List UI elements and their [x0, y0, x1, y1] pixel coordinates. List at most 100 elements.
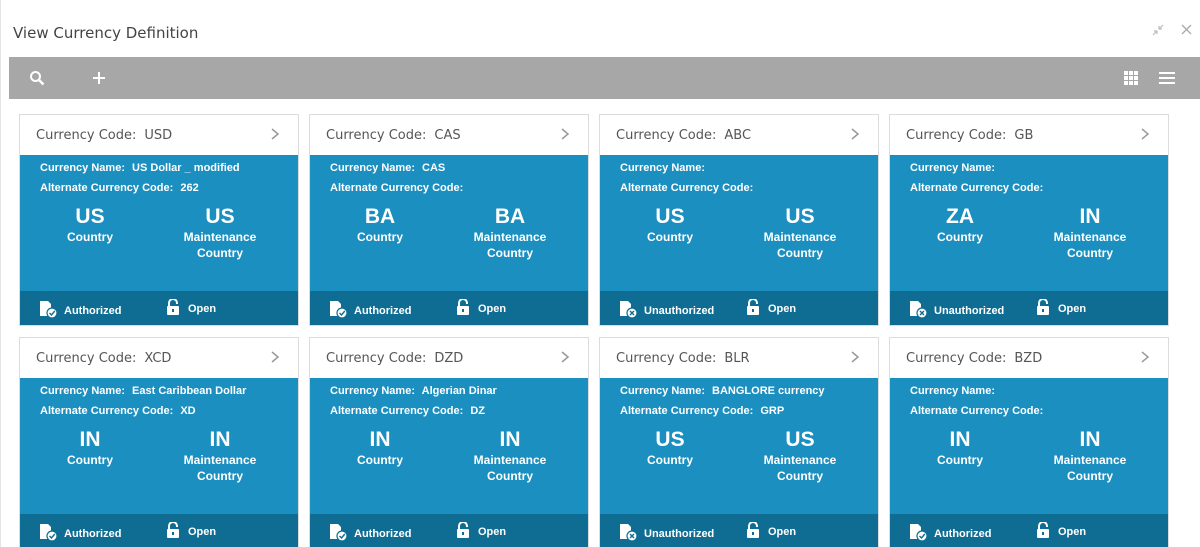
status-icon: [328, 523, 348, 544]
currency-tile[interactable]: Currency Code: CAS Currency Name: CAS Al…: [309, 114, 589, 326]
currency-code-label: Currency Code:: [616, 350, 717, 366]
tile-header[interactable]: Currency Code: CAS: [310, 115, 588, 155]
currency-name-label: Currency Name:: [620, 385, 705, 397]
alternate-code-value: XD: [180, 405, 196, 417]
currency-tile[interactable]: Currency Code: XCD Currency Name: East C…: [19, 337, 299, 547]
maintenance-country-value: BA: [494, 205, 526, 228]
country-block: IN Country: [330, 428, 430, 468]
maintenance-country-label: Country: [197, 469, 243, 483]
currency-tile[interactable]: Currency Code: USD Currency Name: US Dol…: [19, 114, 299, 326]
lock-status: Open: [746, 521, 796, 541]
currency-name-value: Algerian Dinar: [421, 385, 497, 397]
country-label: Country: [67, 453, 113, 467]
grid-view-icon: [1124, 71, 1138, 85]
alternate-code-value: DZ: [470, 405, 485, 417]
maintenance-country-label: Country: [197, 246, 243, 260]
tile-body: Currency Name: Alternate Currency Code: …: [890, 378, 1168, 514]
currency-name-label: Currency Name:: [40, 162, 125, 174]
alternate-code-label: Alternate Currency Code:: [330, 405, 464, 417]
country-value: US: [75, 205, 105, 228]
currency-name-label: Currency Name:: [910, 162, 995, 174]
tile-header[interactable]: Currency Code: DZD: [310, 338, 588, 378]
currency-name-row: Currency Name: US Dollar _ modified: [40, 162, 240, 174]
currency-code-value: GB: [1014, 127, 1034, 143]
maintenance-label: Maintenance: [183, 230, 257, 244]
country-value: ZA: [946, 205, 974, 228]
alternate-code-label: Alternate Currency Code:: [40, 405, 174, 417]
list-view-button[interactable]: [1149, 57, 1185, 99]
alternate-code-label: Alternate Currency Code:: [40, 182, 174, 194]
country-label: Country: [67, 230, 113, 244]
status-icon: [618, 300, 638, 321]
tile-header[interactable]: Currency Code: BZD: [890, 338, 1168, 378]
chevron-right-icon[interactable]: [560, 126, 570, 145]
currency-name-row: Currency Name: Algerian Dinar: [330, 385, 497, 397]
currency-tile[interactable]: Currency Code: DZD Currency Name: Algeri…: [309, 337, 589, 547]
tile-header[interactable]: Currency Code: XCD: [20, 338, 298, 378]
maintenance-country-block: IN Maintenance Country: [170, 428, 270, 484]
currency-code-label: Currency Code:: [326, 127, 427, 143]
status-text: Unauthorized: [934, 304, 1005, 317]
tile-body: Currency Name: US Dollar _ modified Alte…: [20, 155, 298, 291]
lock-text: Open: [1058, 302, 1087, 315]
currency-code-label: Currency Code:: [616, 127, 717, 143]
search-icon: [30, 71, 45, 86]
alternate-code-label: Alternate Currency Code:: [330, 182, 464, 194]
currency-name-value: BANGLORE currency: [712, 385, 825, 397]
currency-name-value: US Dollar _ modified: [132, 162, 240, 174]
authorization-status: Authorized: [328, 300, 411, 321]
country-label: Country: [357, 230, 403, 244]
maintenance-label: Maintenance: [473, 230, 547, 244]
tile-body: Currency Name: Alternate Currency Code: …: [890, 155, 1168, 291]
tile-body: Currency Name: CAS Alternate Currency Co…: [310, 155, 588, 291]
status-text: Authorized: [64, 304, 122, 317]
tile-body: Currency Name: East Caribbean Dollar Alt…: [20, 378, 298, 514]
alternate-code-row: Alternate Currency Code:: [910, 182, 1047, 194]
search-button[interactable]: [19, 57, 55, 99]
chevron-right-icon[interactable]: [1140, 126, 1150, 145]
tile-body: Currency Name: Alternate Currency Code: …: [600, 155, 878, 291]
toolbar: [9, 57, 1200, 99]
tile-body: Currency Name: BANGLORE currency Alterna…: [600, 378, 878, 514]
maintenance-label: Maintenance: [473, 453, 547, 467]
currency-tile[interactable]: Currency Code: BLR Currency Name: BANGLO…: [599, 337, 879, 547]
country-label: Country: [647, 230, 693, 244]
maintenance-country-value: IN: [1079, 205, 1101, 228]
currency-name-label: Currency Name:: [910, 385, 995, 397]
currency-name-row: Currency Name:: [910, 162, 999, 174]
chevron-right-icon[interactable]: [560, 349, 570, 368]
lock-text: Open: [1058, 525, 1087, 538]
chevron-right-icon[interactable]: [1140, 349, 1150, 368]
country-block: BA Country: [330, 205, 430, 245]
chevron-right-icon[interactable]: [850, 349, 860, 368]
tile-header[interactable]: Currency Code: GB: [890, 115, 1168, 155]
maintenance-country-value: IN: [499, 428, 521, 451]
close-icon[interactable]: [1179, 24, 1193, 38]
alternate-code-row: Alternate Currency Code:: [620, 182, 757, 194]
chevron-right-icon[interactable]: [850, 126, 860, 145]
currency-code-value: ABC: [724, 127, 752, 143]
plus-icon: [93, 72, 105, 84]
currency-tile[interactable]: Currency Code: ABC Currency Name: Altern…: [599, 114, 879, 326]
chevron-right-icon[interactable]: [270, 126, 280, 145]
authorization-status: Unauthorized: [618, 523, 714, 544]
add-button[interactable]: [81, 57, 117, 99]
unlock-icon: [166, 298, 180, 318]
tile-header[interactable]: Currency Code: USD: [20, 115, 298, 155]
page-title: View Currency Definition: [13, 24, 199, 42]
lock-status: Open: [456, 521, 506, 541]
currency-tile[interactable]: Currency Code: GB Currency Name: Alterna…: [889, 114, 1169, 326]
currency-tile[interactable]: Currency Code: BZD Currency Name: Altern…: [889, 337, 1169, 547]
lock-status: Open: [456, 298, 506, 318]
currency-name-label: Currency Name:: [40, 385, 125, 397]
tile-footer: Authorized Open: [890, 514, 1168, 547]
grid-view-button[interactable]: [1113, 57, 1149, 99]
minimize-icon[interactable]: [1151, 24, 1165, 38]
chevron-right-icon[interactable]: [270, 349, 280, 368]
lock-status: Open: [1036, 521, 1087, 541]
status-text: Unauthorized: [644, 304, 715, 317]
tile-header[interactable]: Currency Code: BLR: [600, 338, 878, 378]
maintenance-country-block: IN Maintenance Country: [1040, 205, 1140, 261]
status-text: Authorized: [934, 527, 992, 540]
tile-header[interactable]: Currency Code: ABC: [600, 115, 878, 155]
